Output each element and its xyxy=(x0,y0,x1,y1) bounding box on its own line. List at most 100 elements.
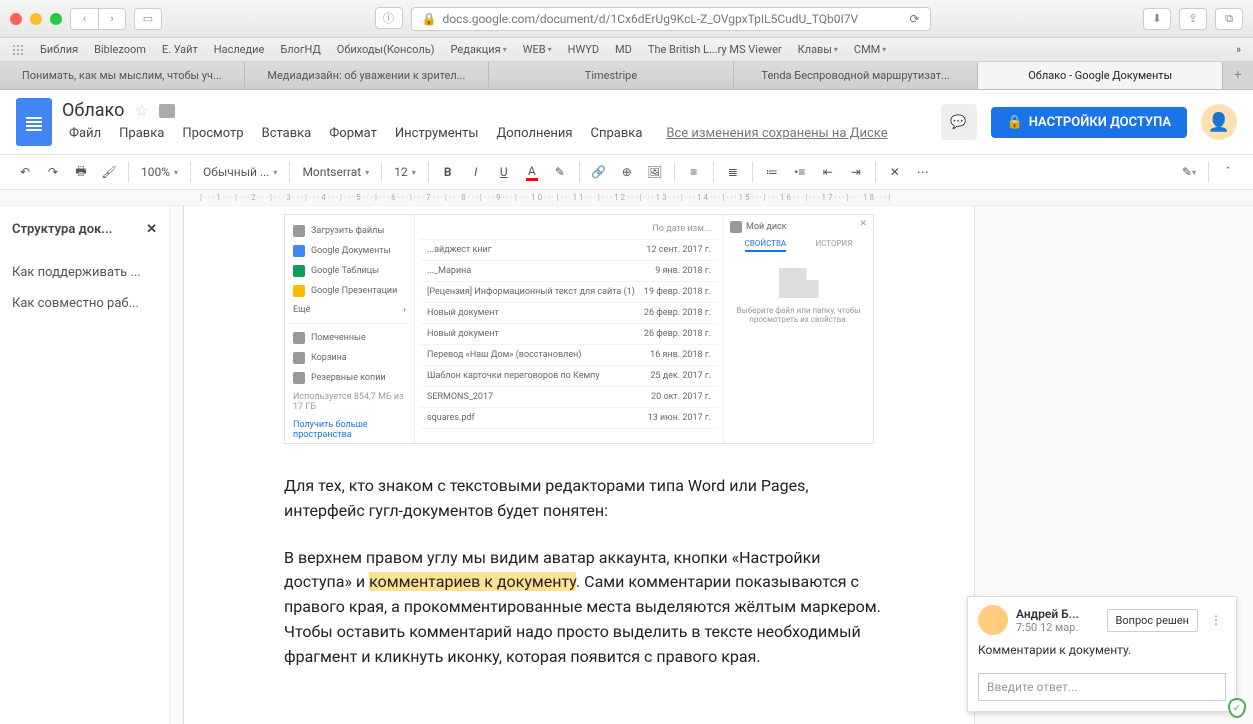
zoom-select[interactable]: 100%▾ xyxy=(135,159,184,185)
menu-view[interactable]: Просмотр xyxy=(175,123,250,144)
highlighted-text[interactable]: комментариев к документу xyxy=(369,572,576,591)
page: ✕ Загрузить файлы Google Документы Googl… xyxy=(184,206,974,724)
minimize-window[interactable] xyxy=(30,13,42,25)
bookmark[interactable]: БлогНД xyxy=(280,43,320,56)
bookmark[interactable]: Редакция ▾ xyxy=(451,43,507,56)
privacy-button[interactable]: ⓘ xyxy=(375,7,403,29)
italic-button[interactable]: I xyxy=(463,159,489,185)
browser-tab[interactable]: Tenda Беспроводной маршрутизат... xyxy=(734,62,979,89)
bookmark[interactable]: Biblezoom xyxy=(94,43,146,56)
comment-menu-icon[interactable]: ⋮ xyxy=(1206,613,1226,627)
outline-item[interactable]: Как совместно раб... xyxy=(12,288,157,319)
reply-input[interactable]: Введите ответ... xyxy=(978,673,1226,701)
forward-button[interactable]: › xyxy=(98,8,126,30)
paragraph[interactable]: В верхнем правом углу мы видим аватар ак… xyxy=(284,546,884,670)
print-button[interactable]: 🖶 xyxy=(68,159,94,185)
paragraph[interactable]: Для тех, кто знаком с текстовыми редакто… xyxy=(284,474,884,524)
more-button[interactable]: ⋯ xyxy=(910,159,936,185)
bookmark-bar: Библия Biblezoom Е. Уайт Наследие БлогНД… xyxy=(0,38,1253,62)
bookmark[interactable]: Е. Уайт xyxy=(162,43,198,56)
downloads-button[interactable]: ⬇ xyxy=(1143,8,1171,30)
browser-tab-active[interactable]: Облако - Google Документы xyxy=(978,62,1223,89)
bookmark[interactable]: HWYD xyxy=(568,43,599,56)
resolve-button[interactable]: Вопрос решен xyxy=(1107,609,1199,632)
comment-thread[interactable]: Андрей Б... 7:50 12 мар. Вопрос решен ⋮ … xyxy=(967,596,1237,712)
comments-button[interactable]: 💬 xyxy=(941,104,977,140)
bookmark[interactable]: CMM ▾ xyxy=(854,43,886,56)
bookmark[interactable]: Библия xyxy=(40,43,78,56)
menu-format[interactable]: Формат xyxy=(322,123,384,144)
menu-tools[interactable]: Инструменты xyxy=(388,123,486,144)
address-bar[interactable]: 🔒 docs.google.com/document/d/1Cx6dErUg9K… xyxy=(411,7,931,31)
paint-format-button[interactable]: 🖌 xyxy=(96,159,122,185)
fontsize-select[interactable]: 12▾ xyxy=(388,159,422,185)
menu-help[interactable]: Справка xyxy=(584,123,650,144)
comment-insert-button[interactable]: ⊕ xyxy=(614,159,640,185)
account-avatar[interactable]: 👤 xyxy=(1201,104,1237,140)
highlight-button[interactable]: ✎ xyxy=(547,159,573,185)
undo-button[interactable]: ↶ xyxy=(12,159,38,185)
title-area: Облако ☆ Файл Правка Просмотр Вставка Фо… xyxy=(62,100,931,144)
comment-time: 7:50 12 мар. xyxy=(1016,621,1079,634)
maximize-window[interactable] xyxy=(50,13,62,25)
apps-icon[interactable] xyxy=(12,44,24,56)
menu-addons[interactable]: Дополнения xyxy=(489,123,579,144)
outline-panel: Структура док... ✕ Как поддерживать ... … xyxy=(0,206,170,724)
bookmark[interactable]: WEB ▾ xyxy=(523,43,552,56)
folder-icon[interactable] xyxy=(159,104,175,118)
menu-file[interactable]: Файл xyxy=(62,123,108,144)
indent-inc-button[interactable]: ⇥ xyxy=(843,159,869,185)
bulleted-list-button[interactable]: •≡ xyxy=(787,159,813,185)
outline-item[interactable]: Как поддерживать ... xyxy=(12,257,157,288)
close-outline-icon[interactable]: ✕ xyxy=(146,222,157,237)
drive-sidebar: Загрузить файлы Google Документы Google … xyxy=(285,215,415,443)
reload-icon[interactable]: ⟳ xyxy=(909,12,919,26)
bookmark[interactable]: Клавы ▾ xyxy=(798,43,838,56)
document-text[interactable]: Для тех, кто знаком с текстовыми редакто… xyxy=(184,464,974,670)
share-button[interactable]: ⇪ xyxy=(1179,8,1207,30)
align-button[interactable]: ≡ xyxy=(681,159,707,185)
bookmark[interactable]: MD xyxy=(615,43,632,56)
link-button[interactable]: 🔗 xyxy=(586,159,612,185)
collapse-toolbar-button[interactable]: ˆ xyxy=(1215,159,1241,185)
comment-text: Комментарии к документу. xyxy=(968,643,1236,667)
url-text: docs.google.com/document/d/1Cx6dErUg9KcL… xyxy=(442,12,858,26)
underline-button[interactable]: U xyxy=(491,159,517,185)
ruler[interactable]: |···1···|···2···|···3···|···4···|···5···… xyxy=(0,190,1253,206)
image-button[interactable]: 🖼 xyxy=(642,159,668,185)
bold-button[interactable]: B xyxy=(435,159,461,185)
comment-avatar xyxy=(978,605,1008,635)
numbered-list-button[interactable]: ≔ xyxy=(759,159,785,185)
menu-edit[interactable]: Правка xyxy=(112,123,171,144)
sidebar-toggle[interactable]: ▭ xyxy=(134,8,162,30)
bookmark[interactable]: Наследие xyxy=(214,43,265,56)
font-select[interactable]: Montserrat▾ xyxy=(296,159,375,185)
star-icon[interactable]: ☆ xyxy=(134,101,148,120)
header-right: 💬 🔒 НАСТРОЙКИ ДОСТУПА 👤 xyxy=(941,104,1238,140)
new-tab-button[interactable]: + xyxy=(1223,62,1253,89)
bookmark[interactable]: The British L...ry MS Viewer xyxy=(648,43,782,56)
indent-dec-button[interactable]: ⇤ xyxy=(815,159,841,185)
save-status[interactable]: Все изменения сохранены на Диске xyxy=(659,123,894,144)
browser-tab[interactable]: Timestripe xyxy=(489,62,734,89)
tabs-button[interactable]: ⧉ xyxy=(1215,8,1243,30)
docs-logo-icon[interactable] xyxy=(16,98,52,146)
browser-tab[interactable]: Медиадизайн: об уважении к зрител... xyxy=(245,62,490,89)
text-color-button[interactable]: A xyxy=(519,159,545,185)
redo-button[interactable]: ↷ xyxy=(40,159,66,185)
clear-format-button[interactable]: ✕ xyxy=(882,159,908,185)
doc-title[interactable]: Облако xyxy=(62,100,124,121)
browser-tabs: Понимать, как мы мыслим, чтобы уч... Мед… xyxy=(0,62,1253,90)
share-button[interactable]: 🔒 НАСТРОЙКИ ДОСТУПА xyxy=(991,107,1188,138)
address-bar-wrap: ⓘ 🔒 docs.google.com/document/d/1Cx6dErUg… xyxy=(170,7,1135,31)
close-window[interactable] xyxy=(10,13,22,25)
back-button[interactable]: ‹ xyxy=(70,8,98,30)
editing-mode-button[interactable]: ✎ ▾ xyxy=(1176,159,1202,185)
security-badge: ✓ xyxy=(1225,696,1249,720)
bookmarks-overflow[interactable]: » xyxy=(1236,43,1241,56)
browser-tab[interactable]: Понимать, как мы мыслим, чтобы уч... xyxy=(0,62,245,89)
bookmark[interactable]: Обиходы(Консоль) xyxy=(337,43,435,56)
menu-insert[interactable]: Вставка xyxy=(255,123,319,144)
style-select[interactable]: Обычный ...▾ xyxy=(197,159,283,185)
line-spacing-button[interactable]: ≣ xyxy=(720,159,746,185)
